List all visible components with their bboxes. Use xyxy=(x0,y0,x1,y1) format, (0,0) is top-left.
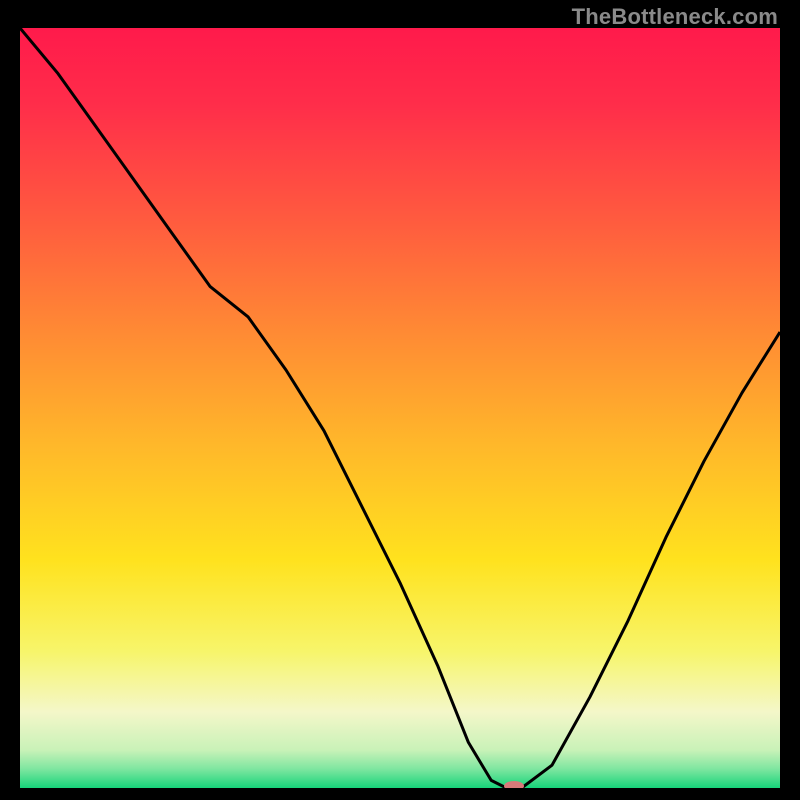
chart-frame xyxy=(20,28,780,788)
watermark-text: TheBottleneck.com xyxy=(572,4,778,30)
bottleneck-chart xyxy=(20,28,780,788)
chart-background xyxy=(20,28,780,788)
